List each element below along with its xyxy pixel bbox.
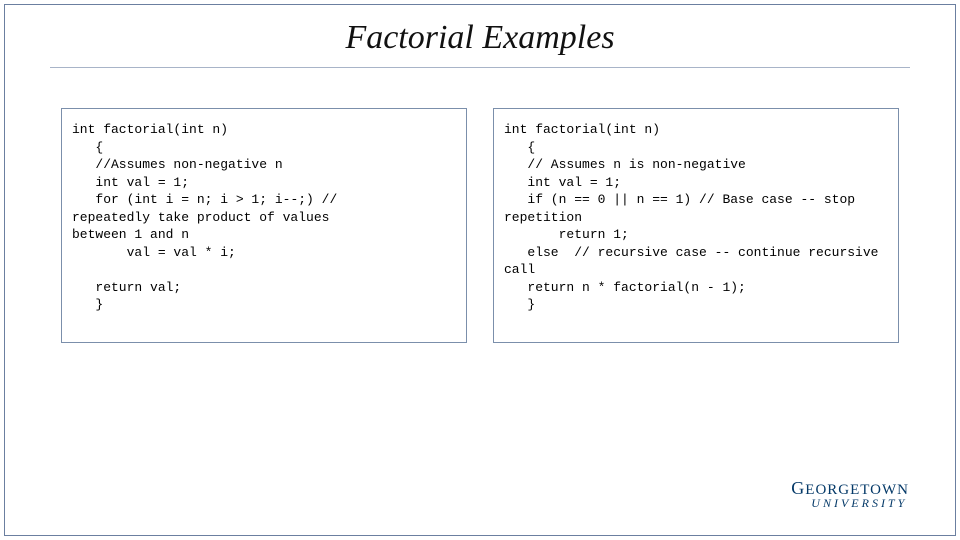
code-columns: int factorial(int n) { //Assumes non-neg… xyxy=(5,68,955,343)
code-iterative: int factorial(int n) { //Assumes non-neg… xyxy=(72,121,456,314)
slide-title: Factorial Examples xyxy=(5,19,955,57)
georgetown-logo: GEORGETOWN UNIVERSITY xyxy=(791,480,909,509)
slide-frame: Factorial Examples int factorial(int n) … xyxy=(4,4,956,536)
code-recursive: int factorial(int n) { // Assumes n is n… xyxy=(504,121,888,314)
title-block: Factorial Examples xyxy=(5,19,955,68)
code-box-iterative: int factorial(int n) { //Assumes non-neg… xyxy=(61,108,467,343)
code-box-recursive: int factorial(int n) { // Assumes n is n… xyxy=(493,108,899,343)
logo-line2: UNIVERSITY xyxy=(811,498,909,509)
